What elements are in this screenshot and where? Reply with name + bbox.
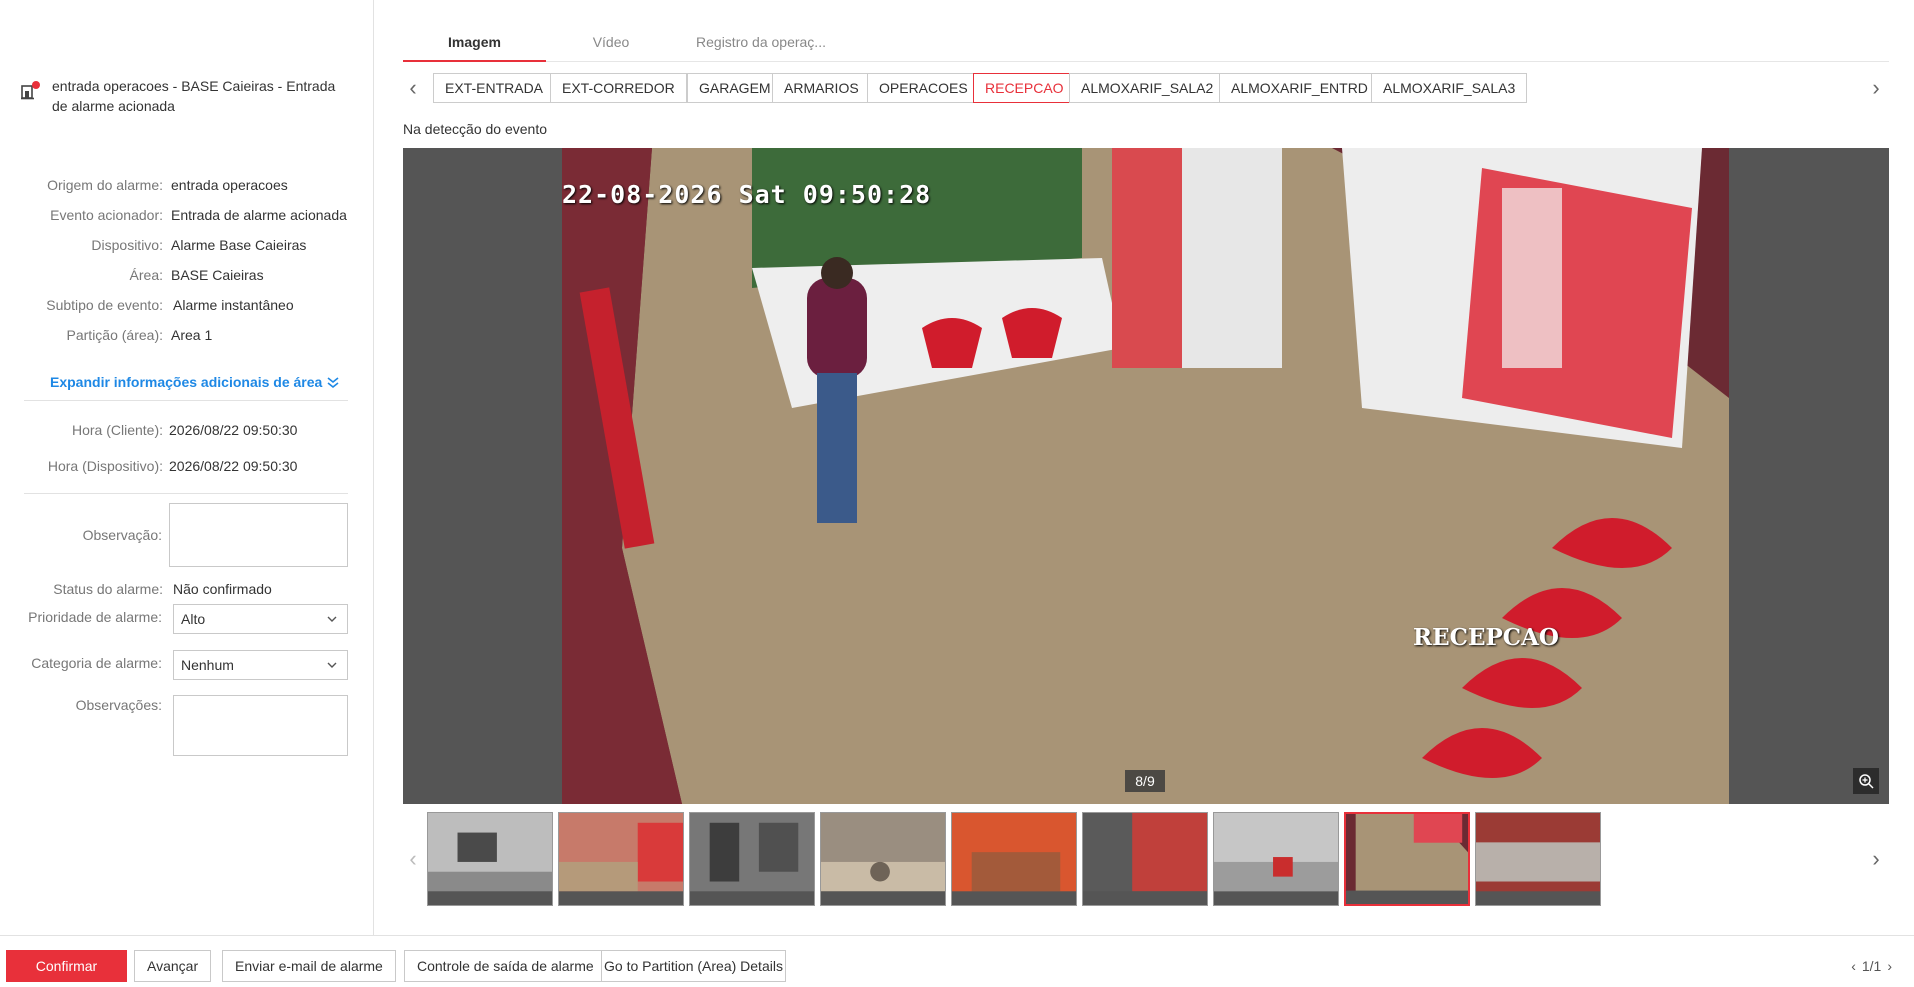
osd-timestamp: 22-08-2026 Sat 09:50:28 [562, 180, 932, 209]
thumbnail[interactable] [1475, 812, 1601, 906]
prioridade-label: Prioridade de alarme: [28, 609, 162, 625]
observacao-label: Observação: [82, 527, 162, 543]
camera-button[interactable]: GARAGEM [687, 73, 783, 103]
detail-row-origem: Origem do alarme: entrada operacoes [47, 177, 288, 193]
camera-button[interactable]: EXT-ENTRADA [433, 73, 556, 103]
osd-camera-name: RECEPCAO [1413, 624, 1559, 651]
thumbnail[interactable] [558, 812, 684, 906]
detail-row-area: Área: BASE Caieiras [129, 267, 264, 283]
observacoes-field[interactable] [173, 695, 348, 756]
divider [24, 493, 348, 494]
alarm-output-button[interactable]: Controle de saída de alarme [404, 950, 607, 982]
chevron-right-icon[interactable]: › [1887, 958, 1892, 974]
camera-button[interactable]: ARMARIOS [772, 73, 871, 103]
thumbnail[interactable] [820, 812, 946, 906]
observacoes-label: Observações: [75, 697, 162, 713]
expand-area-info-link[interactable]: Expandir informações adicionais de área [50, 374, 340, 390]
tab-registro[interactable]: Registro da operaç... [676, 28, 846, 62]
observacao-field[interactable] [169, 503, 348, 567]
event-label: Na detecção do evento [403, 121, 547, 137]
prioridade-select[interactable]: Alto [173, 604, 348, 634]
chevron-left-icon[interactable]: ‹ [403, 75, 423, 100]
categoria-select[interactable]: Nenhum [173, 650, 348, 680]
action-bar: Confirmar Avançar Enviar e-mail de alarm… [0, 935, 1914, 987]
alarm-title: entrada operacoes - BASE Caieiras - Entr… [52, 78, 336, 114]
detail-row-dispositivo: Dispositivo: Alarme Base Caieiras [91, 237, 307, 253]
zoom-in-icon[interactable] [1853, 768, 1879, 794]
time-row-device: Hora (Dispositivo): 2026/08/22 09:50:30 [47, 458, 298, 474]
advance-button[interactable]: Avançar [134, 950, 212, 982]
tab-video[interactable]: Vídeo [546, 28, 676, 62]
chevron-down-icon [327, 616, 337, 622]
alarm-input-icon [20, 81, 42, 104]
pager: ‹ 1/1 › [1851, 958, 1892, 974]
image-viewer[interactable]: 22-08-2026 Sat 09:50:28 RECEPCAO 8/9 [403, 148, 1889, 804]
camera-button[interactable]: EXT-CORREDOR [550, 73, 687, 103]
thumbnail[interactable] [689, 812, 815, 906]
alarm-detail-panel: entrada operacoes - BASE Caieiras - Entr… [0, 0, 374, 935]
thumbnail[interactable] [427, 812, 553, 906]
camera-snapshot: 22-08-2026 Sat 09:50:28 RECEPCAO [562, 148, 1729, 804]
camera-selector: ‹ EXT-ENTRADA EXT-CORREDOR GARAGEM ARMAR… [403, 73, 1889, 105]
detail-row-evento: Evento acionador: Entrada de alarme acio… [50, 207, 347, 223]
camera-button-active[interactable]: RECEPCAO [973, 73, 1076, 103]
view-tabs: Imagem Vídeo Registro da operaç... [403, 28, 1889, 62]
confirm-button[interactable]: Confirmar [6, 950, 127, 982]
chevron-left-icon[interactable]: ‹ [1851, 958, 1856, 974]
camera-button[interactable]: ALMOXARIF_ENTRD [1219, 73, 1380, 103]
thumbnail[interactable] [1213, 812, 1339, 906]
thumbnail-strip: ‹ › [403, 812, 1889, 908]
status-value: Não confirmado [173, 581, 272, 597]
chevron-right-icon[interactable]: › [1866, 75, 1886, 100]
thumbnail-active[interactable] [1344, 812, 1470, 906]
thumbnail[interactable] [1082, 812, 1208, 906]
send-email-button[interactable]: Enviar e-mail de alarme [222, 950, 396, 982]
detail-row-subtipo: Subtipo de evento: Alarme instantâneo [46, 297, 294, 313]
chevron-left-icon[interactable]: ‹ [403, 846, 423, 871]
alarm-header: entrada operacoes - BASE Caieiras - Entr… [20, 76, 350, 116]
tab-imagem[interactable]: Imagem [403, 28, 546, 62]
categoria-label: Categoria de alarme: [31, 655, 162, 671]
camera-button[interactable]: OPERACOES [867, 73, 980, 103]
camera-button[interactable]: ALMOXARIF_SALA2 [1069, 73, 1226, 103]
status-row: Status do alarme: Não confirmado [53, 581, 272, 597]
chevron-down-icon [327, 662, 337, 668]
chevron-right-icon[interactable]: › [1866, 846, 1886, 871]
double-chevron-down-icon [327, 377, 339, 389]
partition-details-button[interactable]: Go to Partition (Area) Details [601, 950, 786, 982]
camera-button[interactable]: ALMOXARIF_SALA3 [1371, 73, 1528, 103]
divider [24, 400, 348, 401]
time-row-client: Hora (Cliente): 2026/08/22 09:50:30 [71, 422, 298, 438]
thumbnail[interactable] [951, 812, 1077, 906]
image-counter: 8/9 [1125, 770, 1165, 792]
detail-row-particao: Partição (área): Area 1 [66, 327, 213, 343]
